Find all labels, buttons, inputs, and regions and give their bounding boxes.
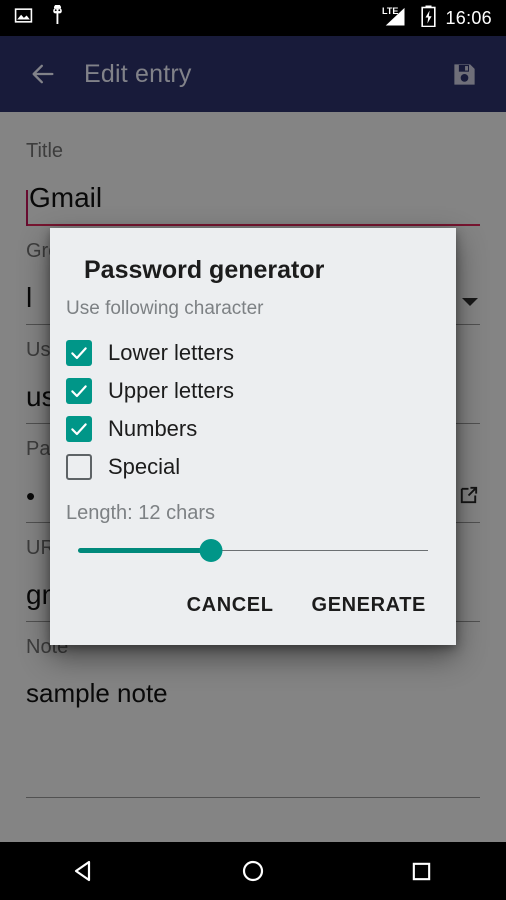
nav-back-icon[interactable] [49, 842, 119, 900]
phone-screen: LTE 16:06 Edit entry Title Gmail l us • … [0, 0, 506, 900]
slider-fill [78, 548, 211, 553]
status-bar-clock: 16:06 [445, 7, 492, 28]
dialog-title: Password generator [84, 256, 325, 284]
checkbox-label-lower-letters: Lower letters [108, 340, 234, 365]
lte-label-text: LTE [382, 6, 398, 16]
checkbox-row-upper-letters[interactable]: Upper letters [50, 372, 456, 410]
password-generator-dialog: Password generator Use following charact… [50, 228, 456, 645]
lte-signal-icon: LTE [382, 5, 412, 32]
character-options-list: Lower letters Upper letters Numbers Spec… [50, 324, 456, 486]
checkbox-upper-letters[interactable] [66, 378, 92, 404]
image-icon [14, 6, 33, 30]
checkbox-row-numbers[interactable]: Numbers [50, 410, 456, 448]
status-bar: LTE 16:06 [0, 0, 506, 36]
checkbox-special[interactable] [66, 454, 92, 480]
android-robot-icon [49, 4, 66, 31]
generate-button[interactable]: GENERATE [298, 584, 440, 627]
checkbox-lower-letters[interactable] [66, 340, 92, 366]
system-nav-bar [0, 842, 506, 900]
app-bar-scrim [0, 36, 506, 112]
length-label: Length: 12 chars [66, 502, 215, 524]
length-slider[interactable] [78, 534, 428, 568]
status-bar-right-icons: LTE 16:06 [382, 5, 492, 32]
checkbox-row-lower-letters[interactable]: Lower letters [50, 334, 456, 372]
checkbox-numbers[interactable] [66, 416, 92, 442]
cancel-button[interactable]: CANCEL [173, 584, 288, 627]
dialog-actions: CANCEL GENERATE [50, 568, 456, 637]
slider-thumb[interactable] [199, 539, 223, 562]
battery-charging-icon [421, 5, 437, 32]
checkbox-row-special[interactable]: Special [50, 448, 456, 486]
nav-recents-icon[interactable] [387, 842, 457, 900]
status-bar-left-icons [14, 4, 66, 31]
nav-home-icon[interactable] [218, 842, 288, 900]
checkbox-label-special: Special [108, 454, 181, 479]
checkbox-label-numbers: Numbers [108, 416, 198, 441]
checkbox-label-upper-letters: Upper letters [108, 378, 234, 403]
dialog-subtitle: Use following character [66, 298, 264, 319]
